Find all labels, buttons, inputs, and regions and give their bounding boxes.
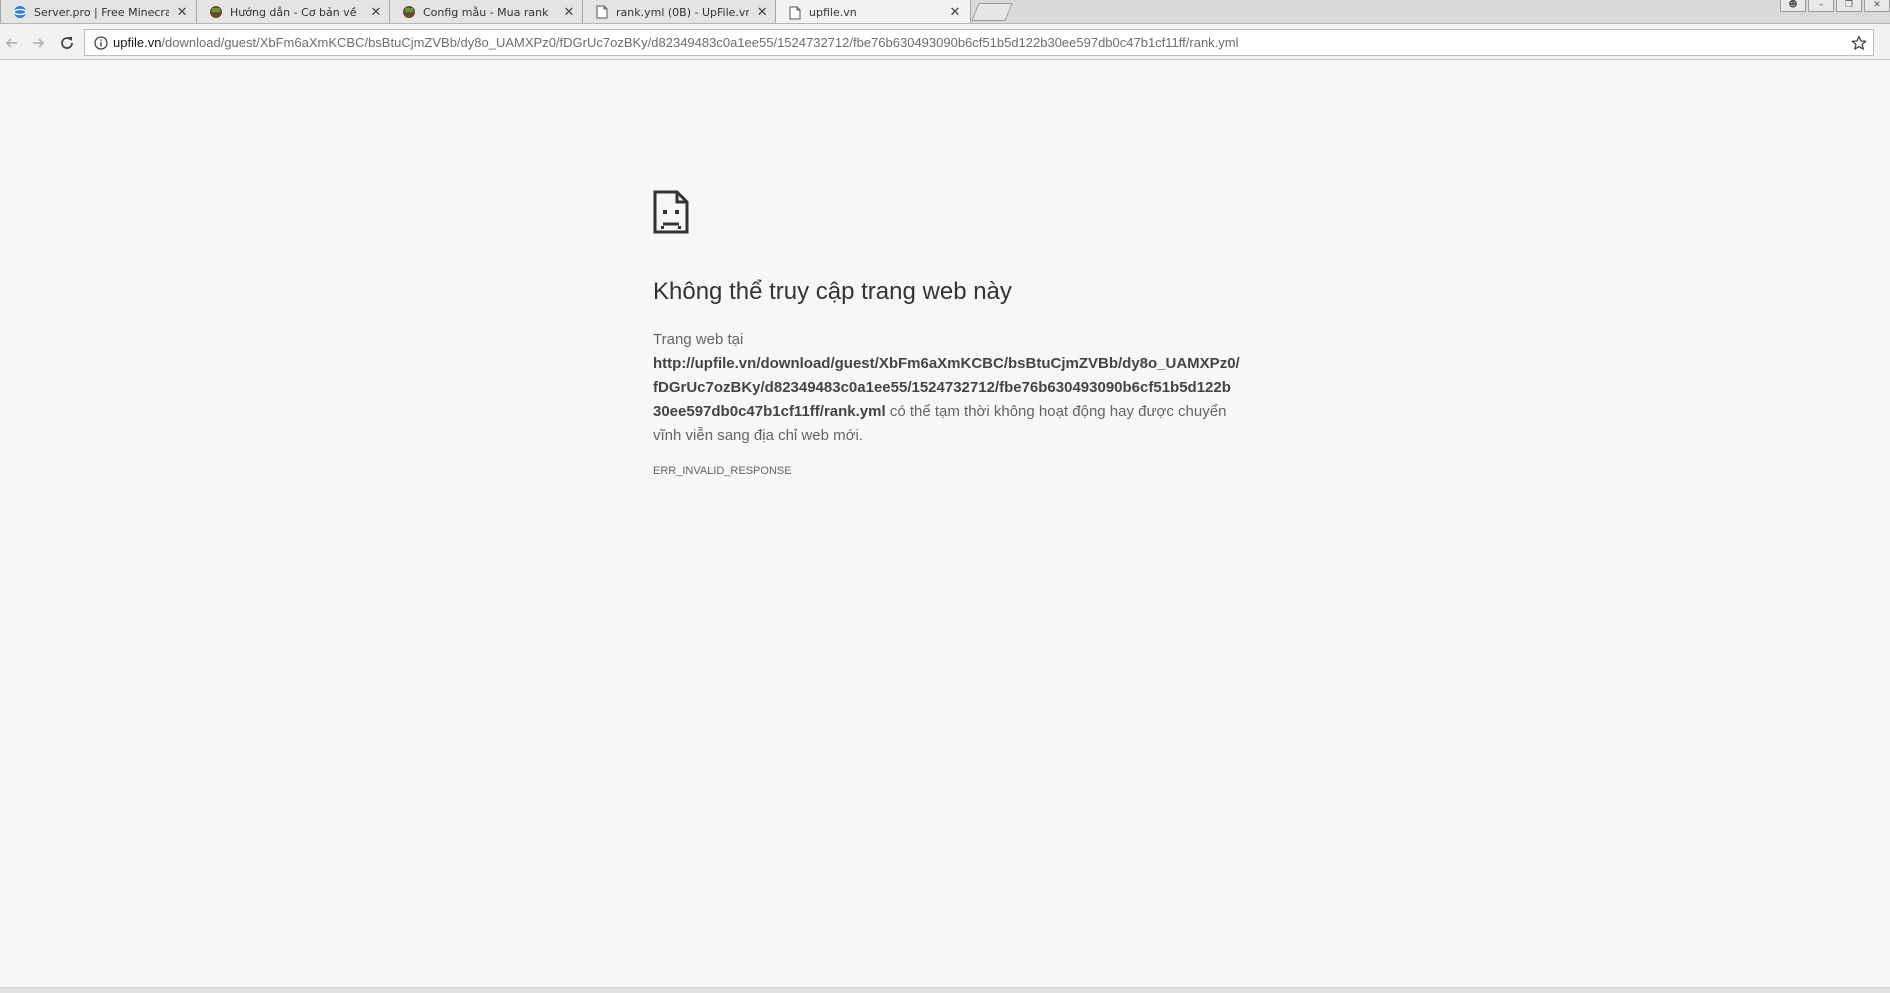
window-bottom-border — [0, 987, 1890, 993]
error-code: ERR_INVALID_RESPONSE — [653, 465, 792, 477]
tab-title: rank.yml (0B) - UpFile.vn — [616, 5, 750, 19]
address-bar[interactable]: upfile.vn/download/guest/XbFm6aXmKCBC/bs… — [84, 29, 1874, 56]
tab-huong-dan[interactable]: Hướng dẫn - Cơ bản về ✕ — [196, 0, 392, 23]
error-suffix-line-3: có thể tạm thời không hoạt động hay được… — [885, 403, 1227, 420]
url-host: upfile.vn — [113, 35, 162, 50]
window-controls: ☻ – ❐ ✕ — [1780, 0, 1890, 12]
close-icon[interactable]: ✕ — [755, 5, 769, 20]
error-description: Trang web tại http://upfile.vn/download/… — [653, 328, 1253, 448]
tab-title: Config mẫu - Mua rank — [423, 5, 549, 19]
error-intro: Trang web tại — [653, 331, 744, 348]
close-icon[interactable]: ✕ — [948, 5, 962, 20]
browser-toolbar: upfile.vn/download/guest/XbFm6aXmKCBC/bs… — [0, 25, 1890, 60]
url-path: /download/guest/XbFm6aXmKCBC/bsBtuCjmZVB… — [161, 35, 1239, 50]
close-window-icon[interactable]: ✕ — [1864, 0, 1890, 12]
arrow-left-icon — [5, 38, 17, 48]
restore-icon[interactable]: ❐ — [1836, 0, 1862, 12]
page-icon — [788, 6, 802, 20]
page-icon — [595, 5, 609, 19]
back-button[interactable] — [0, 31, 24, 55]
tab-config-mau[interactable]: Config mẫu - Mua rank ✕ — [389, 0, 585, 23]
arrow-right-icon — [33, 38, 45, 48]
error-content: Không thể truy cập trang web này Trang w… — [653, 190, 1253, 477]
sad-page-icon — [653, 190, 689, 234]
bookmark-star-icon[interactable] — [1845, 35, 1873, 51]
tab-rank-yml[interactable]: rank.yml (0B) - UpFile.vn ✕ — [582, 0, 778, 23]
new-tab-button[interactable] — [971, 3, 1013, 21]
error-heading: Không thể truy cập trang web này — [653, 278, 1012, 305]
close-icon[interactable]: ✕ — [369, 5, 383, 20]
tab-upfile-active[interactable]: upfile.vn ✕ — [775, 0, 971, 23]
profile-icon[interactable]: ☻ — [1780, 0, 1806, 12]
error-suffix-line-4: vĩnh viễn sang địa chỉ web mới. — [653, 427, 863, 444]
minimize-icon[interactable]: – — [1808, 0, 1834, 12]
reload-button[interactable] — [55, 31, 79, 55]
url-text[interactable]: upfile.vn/download/guest/XbFm6aXmKCBC/bs… — [113, 35, 1845, 50]
forward-button[interactable] — [26, 31, 50, 55]
tab-title: Hướng dẫn - Cơ bản về — [230, 5, 357, 19]
error-url-line-1: http://upfile.vn/download/guest/XbFm6aXm… — [653, 355, 1240, 372]
error-url-line-3: 30ee597db0c47b1cf11ff/rank.yml — [653, 403, 886, 420]
reload-icon — [61, 37, 73, 49]
close-icon[interactable]: ✕ — [175, 5, 189, 20]
minecraft-block-icon — [209, 5, 223, 19]
close-icon[interactable]: ✕ — [562, 5, 576, 20]
tab-title: upfile.vn — [809, 6, 857, 19]
minecraft-block-icon — [402, 5, 416, 19]
tab-title: Server.pro | Free Minecra — [34, 5, 170, 19]
tab-strip: Server.pro | Free Minecra ✕ Hướng dẫn - … — [0, 0, 1890, 24]
globe-icon — [13, 5, 27, 19]
error-url-line-2: fDGrUc7ozBKy/d82349483c0a1ee55/152473271… — [653, 379, 1231, 396]
tab-server-pro[interactable]: Server.pro | Free Minecra ✕ — [0, 0, 198, 23]
info-icon[interactable] — [89, 35, 113, 50]
